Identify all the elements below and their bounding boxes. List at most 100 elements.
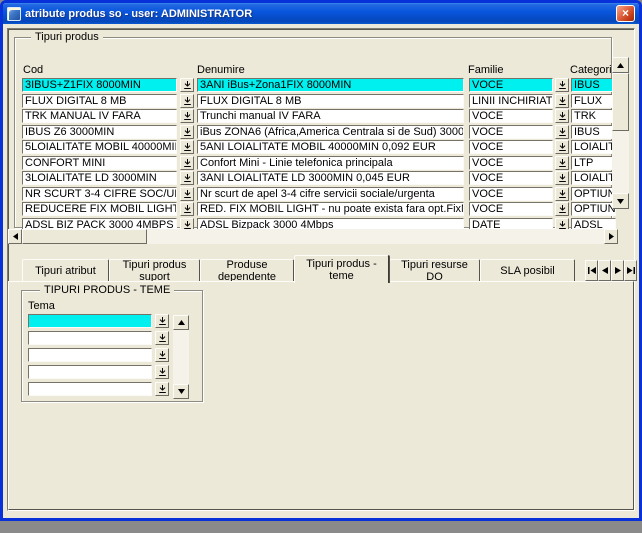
cod-field[interactable]: REDUCERE FIX MOBIL LIGHT bbox=[22, 202, 177, 216]
familie-lov-dropdown-icon[interactable] bbox=[555, 187, 569, 201]
denumire-field[interactable]: 3ANI iBus+Zona1FIX 8000MIN bbox=[197, 78, 464, 92]
cod-lov-dropdown-icon[interactable] bbox=[180, 78, 194, 92]
familie-field[interactable]: VOCE bbox=[469, 202, 553, 216]
familie-field[interactable]: VOCE bbox=[469, 187, 553, 201]
cod-field[interactable]: FLUX DIGITAL 8 MB bbox=[22, 94, 177, 108]
denumire-field[interactable]: FLUX DIGITAL 8 MB bbox=[197, 94, 464, 108]
categorie-field[interactable]: OPTIUNE bbox=[571, 187, 616, 201]
familie-field[interactable]: LINII INCHIRIATE bbox=[469, 94, 553, 108]
denumire-field[interactable]: 5ANI LOIALITATE MOBIL 40000MIN 0,092 EUR bbox=[197, 140, 464, 154]
categorie-field[interactable]: LOIALITATE bbox=[571, 171, 616, 185]
denumire-field[interactable]: Nr scurt de apel 3-4 cifre servicii soci… bbox=[197, 187, 464, 201]
table-row: NR SCURT 3-4 CIFRE SOC/URG Nr scurt de ap… bbox=[22, 187, 618, 203]
tab-tipuri-produs-teme[interactable]: Tipuri produs - teme bbox=[294, 255, 389, 283]
groupbox-title: Tipuri produs bbox=[31, 31, 103, 43]
cod-lov-dropdown-icon[interactable] bbox=[180, 187, 194, 201]
cod-field[interactable]: NR SCURT 3-4 CIFRE SOC/URG bbox=[22, 187, 177, 201]
scrollbar-track[interactable] bbox=[612, 131, 629, 193]
denumire-field[interactable]: iBus ZONA6 (Africa,America Centrala si d… bbox=[197, 125, 464, 139]
familie-lov-dropdown-icon[interactable] bbox=[555, 140, 569, 154]
cod-lov-dropdown-icon[interactable] bbox=[180, 140, 194, 154]
scrollbar-thumb[interactable] bbox=[22, 229, 147, 244]
familie-field[interactable]: VOCE bbox=[469, 109, 553, 123]
categorie-field[interactable]: LOIALITATE bbox=[571, 140, 616, 154]
grid-vertical-scrollbar[interactable] bbox=[612, 57, 629, 209]
nav-first-icon[interactable] bbox=[585, 260, 598, 281]
tema-lov-dropdown-icon[interactable] bbox=[155, 365, 169, 379]
cod-lov-dropdown-icon[interactable] bbox=[180, 125, 194, 139]
categorie-field[interactable]: OPTIUNE bbox=[571, 202, 616, 216]
cod-lov-dropdown-icon[interactable] bbox=[180, 171, 194, 185]
cod-field[interactable]: 3IBUS+Z1FIX 8000MIN bbox=[22, 78, 177, 92]
scroll-up-icon[interactable] bbox=[173, 315, 189, 330]
teme-vertical-scrollbar[interactable] bbox=[173, 315, 189, 399]
categorie-field[interactable]: TRK bbox=[571, 109, 616, 123]
tab-tipuri-resurse-do[interactable]: Tipuri resurse DO bbox=[389, 259, 480, 282]
tema-input[interactable] bbox=[28, 382, 152, 396]
scrollbar-track[interactable] bbox=[173, 330, 189, 384]
scroll-down-icon[interactable] bbox=[173, 384, 189, 399]
tab-tipuri-produs-suport[interactable]: Tipuri produs suport bbox=[109, 259, 200, 282]
grid-rows: 3IBUS+Z1FIX 8000MIN 3ANI iBus+Zona1FIX 80… bbox=[22, 78, 618, 233]
familie-lov-dropdown-icon[interactable] bbox=[555, 202, 569, 216]
categorie-field[interactable]: IBUS bbox=[571, 78, 616, 92]
tipuri-produs-teme-groupbox: TIPURI PRODUS - TEME Tema bbox=[21, 290, 203, 402]
tema-lov-dropdown-icon[interactable] bbox=[155, 331, 169, 345]
categorie-field[interactable]: LTP bbox=[571, 156, 616, 170]
grid-horizontal-scrollbar[interactable] bbox=[8, 229, 618, 244]
nav-prev-icon[interactable] bbox=[598, 260, 611, 281]
scroll-right-icon[interactable] bbox=[604, 229, 618, 244]
cod-lov-dropdown-icon[interactable] bbox=[180, 202, 194, 216]
familie-field[interactable]: VOCE bbox=[469, 78, 553, 92]
cod-lov-dropdown-icon[interactable] bbox=[180, 156, 194, 170]
tab-tipuri-atribut[interactable]: Tipuri atribut bbox=[22, 259, 109, 282]
familie-field[interactable]: VOCE bbox=[469, 140, 553, 154]
main-canvas: Tipuri produs Cod Denumire Familie Categ… bbox=[7, 28, 635, 511]
scroll-down-icon[interactable] bbox=[612, 193, 629, 209]
column-header-familie: Familie bbox=[468, 64, 503, 76]
scroll-up-icon[interactable] bbox=[612, 57, 629, 73]
categorie-field[interactable]: IBUS bbox=[571, 125, 616, 139]
nav-next-icon[interactable] bbox=[611, 260, 624, 281]
familie-lov-dropdown-icon[interactable] bbox=[555, 109, 569, 123]
tema-lov-dropdown-icon[interactable] bbox=[155, 382, 169, 396]
familie-lov-dropdown-icon[interactable] bbox=[555, 78, 569, 92]
cod-field[interactable]: 5LOIALITATE MOBIL 40000MIN bbox=[22, 140, 177, 154]
table-row: 3IBUS+Z1FIX 8000MIN 3ANI iBus+Zona1FIX 80… bbox=[22, 78, 618, 94]
cod-field[interactable]: CONFORT MINI bbox=[22, 156, 177, 170]
denumire-field[interactable]: Trunchi manual IV FARA bbox=[197, 109, 464, 123]
tema-input[interactable] bbox=[28, 348, 152, 362]
cod-lov-dropdown-icon[interactable] bbox=[180, 94, 194, 108]
tema-lov-dropdown-icon[interactable] bbox=[155, 348, 169, 362]
tema-input[interactable] bbox=[28, 314, 152, 328]
familie-lov-dropdown-icon[interactable] bbox=[555, 125, 569, 139]
scrollbar-track[interactable] bbox=[147, 229, 604, 244]
tab-sla-posibil[interactable]: SLA posibil bbox=[480, 259, 575, 282]
tema-input[interactable] bbox=[28, 365, 152, 379]
familie-field[interactable]: VOCE bbox=[469, 156, 553, 170]
cod-lov-dropdown-icon[interactable] bbox=[180, 109, 194, 123]
cod-field[interactable]: 3LOIALITATE LD 3000MIN bbox=[22, 171, 177, 185]
denumire-field[interactable]: RED. FIX MOBIL LIGHT - nu poate exista f… bbox=[197, 202, 464, 216]
close-icon[interactable]: × bbox=[616, 5, 635, 22]
title-bar[interactable]: atribute produs so - user: ADMINISTRATOR… bbox=[3, 3, 639, 24]
tema-input[interactable] bbox=[28, 331, 152, 345]
teme-row bbox=[28, 314, 172, 331]
familie-field[interactable]: VOCE bbox=[469, 125, 553, 139]
categorie-field[interactable]: FLUX bbox=[571, 94, 616, 108]
table-row: REDUCERE FIX MOBIL LIGHT RED. FIX MOBIL L… bbox=[22, 202, 618, 218]
tab-produse-dependente[interactable]: Produse dependente bbox=[200, 259, 294, 282]
nav-last-icon[interactable] bbox=[624, 260, 637, 281]
familie-lov-dropdown-icon[interactable] bbox=[555, 171, 569, 185]
cod-field[interactable]: TRK MANUAL IV FARA bbox=[22, 109, 177, 123]
tema-lov-dropdown-icon[interactable] bbox=[155, 314, 169, 328]
window-title: atribute produs so - user: ADMINISTRATOR bbox=[25, 8, 616, 20]
familie-field[interactable]: VOCE bbox=[469, 171, 553, 185]
familie-lov-dropdown-icon[interactable] bbox=[555, 94, 569, 108]
scroll-left-icon[interactable] bbox=[8, 229, 22, 244]
scrollbar-thumb[interactable] bbox=[612, 73, 629, 131]
cod-field[interactable]: IBUS Z6 3000MIN bbox=[22, 125, 177, 139]
denumire-field[interactable]: Confort Mini - Linie telefonica principa… bbox=[197, 156, 464, 170]
familie-lov-dropdown-icon[interactable] bbox=[555, 156, 569, 170]
denumire-field[interactable]: 3ANI LOIALITATE LD 3000MIN 0,045 EUR bbox=[197, 171, 464, 185]
